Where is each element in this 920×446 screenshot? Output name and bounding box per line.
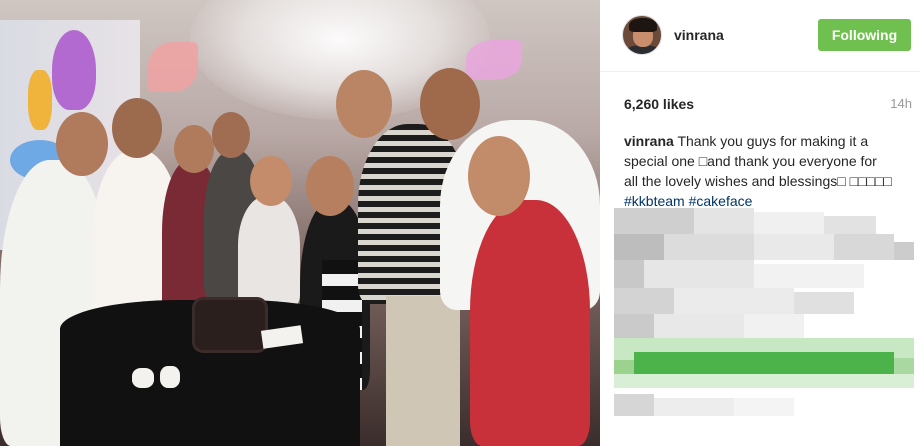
blur-block bbox=[754, 264, 864, 288]
blur-block bbox=[744, 314, 804, 338]
blur-block bbox=[614, 260, 644, 288]
blur-block bbox=[664, 234, 754, 260]
photo-person bbox=[470, 200, 590, 446]
photo-person-head bbox=[468, 136, 530, 216]
post-header: vinrana Following bbox=[600, 0, 920, 72]
photo-butterfly-decoration bbox=[148, 42, 198, 92]
photo-trousers bbox=[386, 296, 460, 446]
photo-person-head bbox=[112, 98, 162, 158]
following-button[interactable]: Following bbox=[818, 19, 911, 51]
avatar-hair bbox=[629, 18, 657, 32]
blur-block bbox=[614, 314, 654, 338]
blur-block bbox=[754, 212, 824, 234]
blurred-comments bbox=[614, 208, 914, 446]
post-timestamp[interactable]: 14h bbox=[890, 96, 912, 111]
blur-block bbox=[824, 216, 876, 234]
likes-row: 6,260 likes 14h bbox=[624, 94, 912, 114]
blur-block bbox=[614, 234, 664, 260]
caption-username-link[interactable]: vinrana bbox=[624, 133, 674, 149]
author-username-link[interactable]: vinrana bbox=[674, 27, 724, 43]
avatar[interactable] bbox=[622, 15, 662, 55]
photo-person-head bbox=[306, 156, 354, 216]
photo-person-head bbox=[174, 125, 214, 173]
photo-cake bbox=[195, 300, 265, 350]
photo-flower-decoration bbox=[28, 70, 52, 130]
blur-block bbox=[654, 398, 734, 416]
likes-count[interactable]: 6,260 likes bbox=[624, 96, 694, 112]
photo-napkin bbox=[132, 368, 154, 388]
photo-butterfly-decoration bbox=[466, 40, 522, 80]
photo-person-head bbox=[420, 68, 480, 140]
blur-block bbox=[834, 234, 894, 260]
blur-block bbox=[634, 352, 894, 374]
photo-flower-decoration bbox=[52, 30, 96, 110]
photo-person bbox=[238, 196, 300, 306]
photo-person-head bbox=[250, 156, 292, 206]
photo-person-head bbox=[212, 112, 250, 158]
blur-block bbox=[614, 394, 654, 416]
blur-block bbox=[654, 314, 744, 338]
blur-block bbox=[644, 260, 754, 288]
blur-block bbox=[894, 358, 914, 374]
blur-block bbox=[614, 208, 694, 234]
photo-person-head bbox=[56, 112, 108, 176]
hashtag-link[interactable]: #cakeface bbox=[689, 193, 753, 209]
post-photo[interactable] bbox=[0, 0, 600, 446]
blur-block bbox=[754, 234, 834, 260]
hashtag-link[interactable]: #kkbteam bbox=[624, 193, 685, 209]
blur-block bbox=[794, 292, 854, 314]
blur-block bbox=[694, 208, 754, 234]
post-details-panel: vinrana Following 6,260 likes 14h vinran… bbox=[600, 0, 920, 446]
photo-person-head bbox=[336, 70, 392, 138]
blur-block bbox=[614, 288, 674, 314]
blur-block bbox=[674, 288, 794, 314]
photo-napkin bbox=[160, 366, 180, 388]
blur-block bbox=[734, 398, 794, 416]
blur-block bbox=[614, 374, 914, 388]
post-caption: vinrana Thank you guys for making it a s… bbox=[624, 131, 894, 211]
blur-block bbox=[614, 360, 634, 374]
blur-block bbox=[894, 242, 914, 260]
